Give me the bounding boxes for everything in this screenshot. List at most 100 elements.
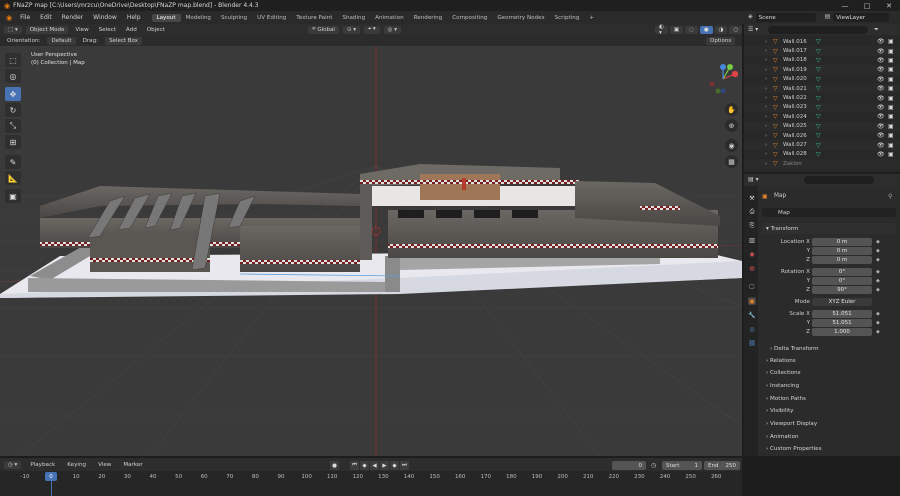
rotation-y-field[interactable]: 0° [812, 277, 872, 285]
current-frame-field[interactable]: 0 [612, 461, 646, 470]
keyframe-dot-icon[interactable]: ◆ [876, 248, 880, 254]
visibility-eye-icon[interactable]: 👁 [877, 104, 885, 111]
shading-wireframe-button[interactable]: ◌ [685, 25, 698, 34]
timeline-editor-type[interactable]: ◷ ▾ [4, 460, 22, 469]
outliner-row[interactable]: › ▽ Wall.021 ▽ 👁 ▣ [744, 84, 900, 94]
transform-orientation-dropdown[interactable]: ⟡ Global [308, 25, 339, 34]
overlay-toggle[interactable]: ◐ ▾ [655, 24, 668, 36]
expand-arrow-icon[interactable]: › [765, 67, 767, 73]
keyframe-dot-icon[interactable]: ◆ [876, 257, 880, 263]
tab-compositing[interactable]: Compositing [447, 14, 492, 22]
close-button[interactable]: ✕ [878, 0, 900, 11]
mesh-data-icon[interactable]: ▽ [816, 142, 821, 149]
world-tab-icon[interactable]: ◍ [748, 264, 756, 272]
prev-key-button[interactable]: ◆ [360, 461, 369, 470]
menu-add[interactable]: Add [123, 27, 140, 33]
constraints-tab-icon[interactable]: ⛓ [748, 339, 756, 347]
view-layer-tab-icon[interactable]: ▥ [748, 236, 756, 244]
select-box-tool[interactable]: ⬚ [5, 53, 21, 67]
visibility-eye-icon[interactable]: 👁 [877, 132, 885, 139]
visibility-eye-icon[interactable]: 👁 [877, 57, 885, 64]
tab-scripting[interactable]: Scripting [550, 14, 585, 22]
expand-arrow-icon[interactable]: › [765, 57, 767, 63]
visibility-eye-icon[interactable]: 👁 [877, 66, 885, 73]
menu-help[interactable]: Help [122, 14, 146, 21]
panel-visibility[interactable]: › Visibility [762, 406, 896, 417]
record-button[interactable]: ● [330, 461, 339, 470]
outliner-row[interactable]: › ▽ Wall.025 ▽ 👁 ▣ [744, 121, 900, 131]
visibility-eye-icon[interactable]: 👁 [877, 123, 885, 130]
location-x-field[interactable]: 0 m [812, 238, 872, 246]
location-z-field[interactable]: 0 m [812, 256, 872, 264]
render-camera-icon[interactable]: ▣ [888, 66, 894, 73]
scene-selector[interactable]: Scene [755, 13, 816, 22]
snap-toggle[interactable]: ⌖ ▾ [364, 25, 380, 34]
scale-tool[interactable]: ⤡ [5, 119, 21, 133]
render-camera-icon[interactable]: ▣ [888, 104, 894, 111]
scale-z-field[interactable]: 1.000 [812, 328, 872, 336]
render-camera-icon[interactable]: ▣ [888, 48, 894, 55]
tab-texture-paint[interactable]: Texture Paint [291, 14, 337, 22]
delta-transform-panel[interactable]: › Delta Transform [766, 343, 896, 354]
mesh-data-icon[interactable]: ▽ [816, 104, 821, 111]
render-camera-icon[interactable]: ▣ [888, 38, 894, 45]
rotation-x-field[interactable]: 0° [812, 268, 872, 276]
panel-viewport-display[interactable]: › Viewport Display [762, 419, 896, 430]
menu-view[interactable]: View [72, 27, 91, 33]
collection-tab-icon[interactable]: ▢ [748, 282, 756, 290]
mesh-data-icon[interactable]: ▽ [816, 38, 821, 45]
expand-arrow-icon[interactable]: › [765, 161, 767, 167]
mesh-data-icon[interactable]: ▽ [816, 123, 821, 130]
view-layer-selector[interactable]: ViewLayer [833, 13, 890, 22]
visibility-eye-icon[interactable]: 👁 [877, 38, 885, 45]
tab-modeling[interactable]: Modeling [181, 14, 216, 22]
annotate-tool[interactable]: ✎ [5, 155, 21, 169]
maximize-button[interactable]: □ [856, 0, 878, 11]
filter-icon[interactable]: ⏷ [874, 26, 879, 34]
outliner-row[interactable]: › ▽ Wall.019 ▽ 👁 ▣ [744, 65, 900, 75]
playhead[interactable]: 0 [45, 472, 57, 481]
panel-instancing[interactable]: › Instancing [762, 380, 896, 391]
visibility-eye-icon[interactable]: 👁 [877, 95, 885, 102]
scene-tab-icon[interactable]: ◉ [748, 250, 756, 258]
transform-panel-header[interactable]: ▾ Transform [762, 223, 896, 234]
outliner-editor-icon[interactable]: ☰ ▾ [748, 26, 758, 33]
expand-arrow-icon[interactable]: › [765, 76, 767, 82]
shading-solid-button[interactable]: ● [699, 25, 713, 34]
visibility-eye-icon[interactable]: 👁 [877, 142, 885, 149]
menu-keying[interactable]: Keying [64, 462, 89, 468]
expand-arrow-icon[interactable]: › [765, 104, 767, 110]
keyframe-dot-icon[interactable]: ◆ [876, 329, 880, 335]
properties-search-input[interactable] [804, 176, 874, 184]
outliner-row[interactable]: › ▽ Wall.026 ▽ 👁 ▣ [744, 131, 900, 140]
panel-animation[interactable]: › Animation [762, 431, 896, 442]
next-key-button[interactable]: ◆ [390, 461, 399, 470]
navigation-gizmo[interactable] [708, 64, 739, 94]
orientation-dropdown[interactable]: Default [47, 36, 76, 45]
panel-relations[interactable]: › Relations [762, 355, 896, 366]
mesh-data-icon[interactable]: ▽ [816, 66, 821, 73]
visibility-eye-icon[interactable]: 👁 [877, 151, 885, 158]
keyframe-dot-icon[interactable]: ◆ [876, 278, 880, 284]
expand-arrow-icon[interactable]: › [765, 48, 767, 54]
expand-arrow-icon[interactable]: › [765, 142, 767, 148]
render-camera-icon[interactable]: ▣ [888, 76, 894, 83]
expand-arrow-icon[interactable]: › [765, 123, 767, 129]
menu-marker[interactable]: Marker [120, 462, 145, 468]
expand-arrow-icon[interactable]: › [765, 133, 767, 139]
tab-uv-editing[interactable]: UV Editing [252, 14, 291, 22]
render-camera-icon[interactable]: ▣ [888, 123, 894, 130]
play-button[interactable]: ▶ [380, 461, 389, 470]
tab-rendering[interactable]: Rendering [409, 14, 448, 22]
editor-type-button[interactable]: ⬚ ▾ [4, 25, 22, 34]
blender-menu-icon[interactable]: ◉ [3, 14, 15, 22]
outliner-row[interactable]: › ▽ Wall.020 ▽ 👁 ▣ [744, 75, 900, 84]
tab-animation[interactable]: Animation [370, 14, 409, 22]
rotation-mode-dropdown[interactable]: XYZ Euler [812, 298, 872, 306]
tab-shading[interactable]: Shading [337, 14, 370, 22]
mesh-data-icon[interactable]: ▽ [816, 113, 821, 120]
rotate-tool[interactable]: ↻ [5, 103, 21, 117]
keyframe-dot-icon[interactable]: ◆ [876, 269, 880, 275]
panel-collections[interactable]: › Collections [762, 368, 896, 379]
mesh-data-icon[interactable]: ▽ [816, 95, 821, 102]
